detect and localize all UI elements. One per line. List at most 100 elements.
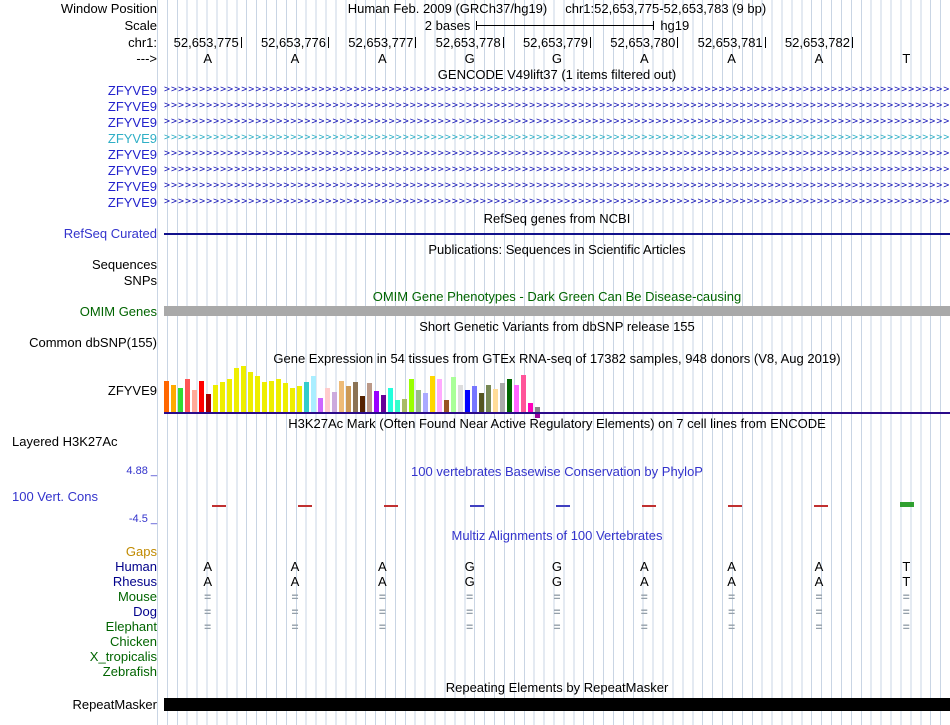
gencode-transcript-row[interactable]: ZFYVE9 >>>>>>>>>>>>>>>>>>>>>>>>>>>>>>>>>… — [0, 114, 950, 130]
repeatmasker-track-row[interactable]: RepeatMasker — [0, 696, 950, 713]
gencode-transcript-row[interactable]: ZFYVE9 >>>>>>>>>>>>>>>>>>>>>>>>>>>>>>>>>… — [0, 178, 950, 194]
refseq-title: RefSeq genes from NCBI — [483, 210, 631, 226]
gtex-bar — [444, 400, 449, 412]
cell: 52,653,775 — [164, 34, 251, 50]
species-label[interactable]: Rhesus — [0, 574, 164, 589]
omim-genes-row[interactable]: OMIM Genes — [0, 304, 950, 319]
gtex-bar — [234, 368, 239, 412]
refseq-curated-label[interactable]: RefSeq Curated — [0, 226, 164, 241]
conservation-label[interactable]: 100 Vert. Cons — [0, 480, 176, 512]
refseq-curated-row[interactable]: RefSeq Curated — [0, 226, 950, 241]
h3k27ac-track-row: Layered H3K27Ac — [0, 432, 950, 450]
gtex-bar — [353, 382, 358, 412]
gencode-transcript-row[interactable]: ZFYVE9 >>>>>>>>>>>>>>>>>>>>>>>>>>>>>>>>>… — [0, 82, 950, 98]
gtex-bar — [262, 382, 267, 412]
cell: A — [639, 574, 649, 589]
cell: = — [553, 589, 561, 604]
window-position-label: Window Position — [60, 1, 157, 16]
multiz-species-row: Elephant = = = = = = = = = — [0, 619, 950, 634]
gtex-bar — [381, 395, 386, 412]
alignment-cells — [164, 634, 950, 649]
gtex-bars[interactable] — [164, 366, 540, 412]
gene-label[interactable]: ZFYVE9 — [0, 98, 164, 114]
dbsnp-track-row: Common dbSNP(155) — [0, 334, 950, 350]
cons-mark — [434, 480, 520, 512]
species-label[interactable]: Mouse — [0, 589, 164, 604]
gene-label[interactable]: ZFYVE9 — [0, 114, 164, 130]
gaps-label[interactable]: Gaps — [0, 544, 164, 559]
repeatmasker-bar[interactable] — [164, 698, 950, 711]
gene-label[interactable]: ZFYVE9 — [0, 130, 164, 146]
species-label[interactable]: Elephant — [0, 619, 164, 634]
transcript-arrows[interactable]: >>>>>>>>>>>>>>>>>>>>>>>>>>>>>>>>>>>>>>>>… — [164, 98, 950, 114]
empty-label — [0, 288, 164, 305]
transcript-arrows[interactable]: >>>>>>>>>>>>>>>>>>>>>>>>>>>>>>>>>>>>>>>>… — [164, 130, 950, 146]
gencode-transcript-row[interactable]: ZFYVE9 >>>>>>>>>>>>>>>>>>>>>>>>>>>>>>>>>… — [0, 162, 950, 178]
gene-label[interactable]: ZFYVE9 — [0, 162, 164, 178]
transcript-arrows[interactable]: >>>>>>>>>>>>>>>>>>>>>>>>>>>>>>>>>>>>>>>>… — [164, 82, 950, 98]
publications-title-row: Publications: Sequences in Scientific Ar… — [0, 241, 950, 257]
cell: G — [551, 50, 563, 66]
cell: A — [203, 559, 212, 574]
gencode-transcript-row[interactable]: ZFYVE9 >>>>>>>>>>>>>>>>>>>>>>>>>>>>>>>>>… — [0, 146, 950, 162]
species-label[interactable]: Dog — [0, 604, 164, 619]
cell: 52,653,778 — [426, 34, 513, 50]
cell: = — [553, 604, 561, 619]
transcript-arrows[interactable]: >>>>>>>>>>>>>>>>>>>>>>>>>>>>>>>>>>>>>>>>… — [164, 194, 950, 210]
gene-label[interactable]: ZFYVE9 — [0, 82, 164, 98]
sequences-label[interactable]: Sequences — [0, 257, 164, 272]
transcript-arrows[interactable]: >>>>>>>>>>>>>>>>>>>>>>>>>>>>>>>>>>>>>>>>… — [164, 146, 950, 162]
omim-gene-bar[interactable] — [164, 306, 950, 316]
gtex-bar — [178, 388, 183, 412]
cell: = — [291, 589, 299, 604]
gene-label[interactable]: ZFYVE9 — [0, 178, 164, 194]
gene-label[interactable]: ZFYVE9 — [0, 146, 164, 162]
cell: = — [728, 619, 736, 634]
species-label[interactable]: Human — [0, 559, 164, 574]
omim-genes-label[interactable]: OMIM Genes — [0, 304, 164, 319]
cell: 52,653,780 — [601, 34, 688, 50]
gtex-bar — [500, 383, 505, 412]
cell: A — [377, 50, 387, 66]
gtex-bar — [171, 385, 176, 412]
gencode-transcript-row[interactable]: ZFYVE9 >>>>>>>>>>>>>>>>>>>>>>>>>>>>>>>>>… — [0, 194, 950, 210]
species-label[interactable]: Zebrafish — [0, 664, 164, 679]
gtex-bar — [388, 388, 393, 412]
cons-mark — [606, 480, 692, 512]
transcript-arrows[interactable]: >>>>>>>>>>>>>>>>>>>>>>>>>>>>>>>>>>>>>>>>… — [164, 162, 950, 178]
scale-row: Scale 2 bases hg19 — [0, 17, 950, 34]
transcript-arrows[interactable]: >>>>>>>>>>>>>>>>>>>>>>>>>>>>>>>>>>>>>>>>… — [164, 114, 950, 130]
dbsnp-label[interactable]: Common dbSNP(155) — [0, 334, 164, 350]
gtex-bar — [416, 390, 421, 412]
sequences-row: Sequences — [0, 257, 950, 272]
refseq-gene-bar[interactable] — [164, 232, 950, 235]
gtex-bar — [318, 398, 323, 412]
species-label[interactable]: Chicken — [0, 634, 164, 649]
gtex-bar — [206, 394, 211, 412]
repeatmasker-label[interactable]: RepeatMasker — [0, 696, 164, 713]
snps-label[interactable]: SNPs — [0, 272, 164, 288]
gencode-transcript-row[interactable]: ZFYVE9 >>>>>>>>>>>>>>>>>>>>>>>>>>>>>>>>>… — [0, 98, 950, 114]
gtex-bar — [521, 375, 526, 412]
gtex-bar — [269, 381, 274, 412]
repeatmasker-title: Repeating Elements by RepeatMasker — [445, 680, 669, 695]
cell: A — [814, 50, 824, 66]
cell: = — [902, 619, 910, 634]
base-sequence-row: ---> A A A G G A A A T — [0, 50, 950, 66]
gtex-gene-label[interactable]: ZFYVE9 — [0, 366, 164, 414]
cell: A — [377, 559, 387, 574]
species-label[interactable]: X_tropicalis — [0, 649, 164, 664]
gene-label[interactable]: ZFYVE9 — [0, 194, 164, 210]
omim-title-row: OMIM Gene Phenotypes - Dark Green Can Be… — [0, 288, 950, 305]
cell: A — [639, 50, 649, 66]
snps-row: SNPs — [0, 272, 950, 288]
cell: A — [639, 559, 649, 574]
cell: A — [290, 559, 300, 574]
gtex-expression-row[interactable]: ZFYVE9 — [0, 366, 950, 418]
h3k27ac-label[interactable]: Layered H3K27Ac — [0, 432, 176, 450]
gtex-bar — [283, 383, 288, 412]
gencode-transcript-row-highlighted[interactable]: ZFYVE9 >>>>>>>>>>>>>>>>>>>>>>>>>>>>>>>>>… — [0, 130, 950, 146]
gtex-bar — [423, 393, 428, 412]
transcript-arrows[interactable]: >>>>>>>>>>>>>>>>>>>>>>>>>>>>>>>>>>>>>>>>… — [164, 178, 950, 194]
